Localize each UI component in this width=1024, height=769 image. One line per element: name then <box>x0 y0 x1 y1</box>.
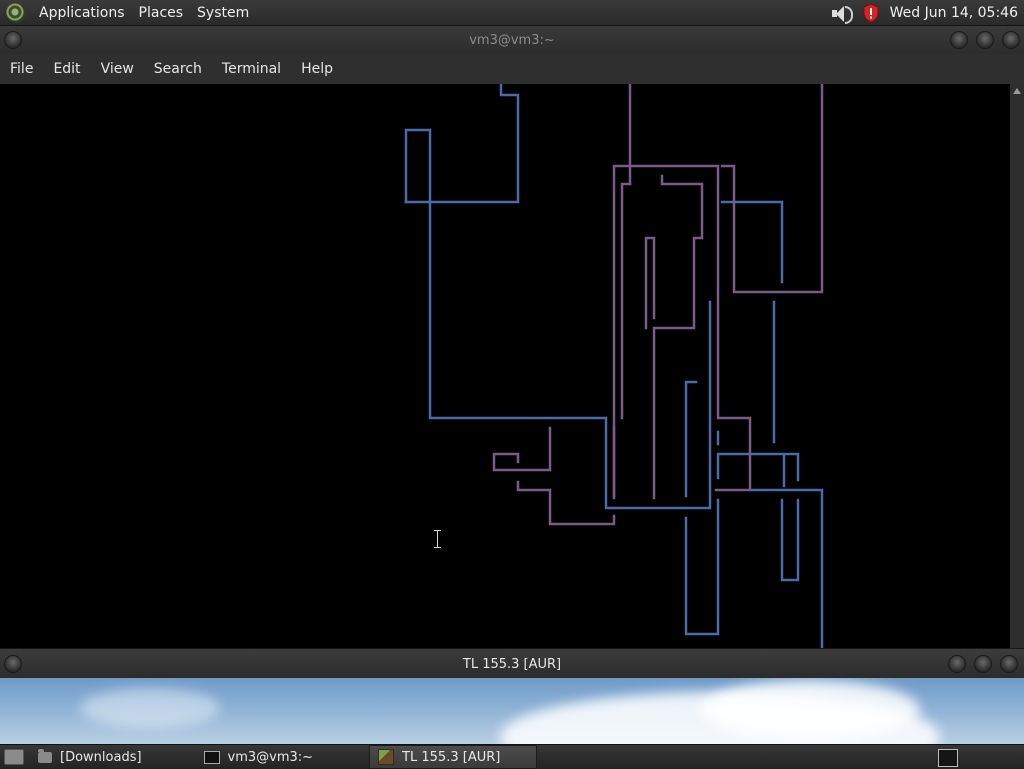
tl-window-sky-view[interactable] <box>0 678 1024 744</box>
shield-icon[interactable] <box>862 2 880 23</box>
blue-pipe <box>716 452 800 482</box>
task-label: [Downloads] <box>60 749 142 765</box>
blue-pipe <box>720 200 784 284</box>
terminal-menubar: File Edit View Search Terminal Help <box>0 54 1024 84</box>
blue-pipe <box>780 498 800 582</box>
terminal-scrollbar[interactable] <box>1010 84 1024 648</box>
purple-pipe <box>644 236 656 330</box>
terminal-menu-help[interactable]: Help <box>291 61 343 77</box>
close-button[interactable] <box>1002 31 1020 49</box>
folder-icon <box>38 748 52 763</box>
maximize-button[interactable] <box>976 31 994 49</box>
terminal-menu-view[interactable]: View <box>91 61 144 77</box>
task-downloads[interactable]: [Downloads] <box>30 746 150 768</box>
terminal-output[interactable] <box>0 84 1010 648</box>
task-label: vm3@vm3:~ <box>227 749 314 765</box>
menu-system[interactable]: System <box>190 5 256 21</box>
tl-close-button[interactable] <box>1000 655 1018 673</box>
volume-icon[interactable] <box>830 4 853 24</box>
menu-places[interactable]: Places <box>132 5 191 21</box>
blue-pipe <box>428 84 520 204</box>
blue-pipe <box>404 128 712 510</box>
window-menu-button[interactable] <box>4 31 22 49</box>
terminal-menu-search[interactable]: Search <box>144 61 212 77</box>
tl-maximize-button[interactable] <box>974 655 992 673</box>
distro-logo-icon[interactable] <box>6 2 26 23</box>
scroll-up-arrow-icon[interactable] <box>1013 88 1021 94</box>
cloud <box>700 680 920 740</box>
task-label: TL 155.3 [AUR] <box>402 749 501 765</box>
task-terminal[interactable]: vm3@vm3:~ <box>196 746 322 768</box>
game-cube-icon <box>378 749 395 765</box>
tl-minimize-button[interactable] <box>948 655 966 673</box>
terminal-menu-edit[interactable]: Edit <box>43 61 90 77</box>
panel-clock[interactable]: Wed Jun 14, 05:46 <box>890 5 1024 21</box>
pipes-screensaver-drawing <box>404 84 824 648</box>
purple-pipe <box>620 182 632 420</box>
purple-pipe <box>492 426 552 472</box>
minimize-button[interactable] <box>950 31 968 49</box>
terminal-titlebar[interactable]: vm3@vm3:~ <box>0 26 1024 54</box>
purple-pipe <box>720 84 824 294</box>
purple-pipe <box>652 174 704 500</box>
blue-pipe <box>684 498 720 636</box>
terminal-menu-terminal[interactable]: Terminal <box>212 61 291 77</box>
menu-applications[interactable]: Applications <box>32 5 132 21</box>
blue-pipe <box>684 380 698 498</box>
text-cursor-icon <box>434 530 442 548</box>
tl-window-titlebar[interactable]: TL 155.3 [AUR] <box>0 648 1024 679</box>
purple-pipe <box>516 480 616 526</box>
terminal-menu-file[interactable]: File <box>0 61 43 77</box>
terminal-icon <box>203 750 220 764</box>
top-panel: Applications Places System Wed Jun 14, 0… <box>0 0 1024 26</box>
tray-terminal-icon[interactable] <box>938 749 958 767</box>
tl-window-title: TL 155.3 [AUR] <box>462 656 562 672</box>
task-tl[interactable]: TL 155.3 [AUR] <box>369 745 538 769</box>
show-desktop-icon[interactable] <box>4 749 24 765</box>
bottom-taskbar: [Downloads] vm3@vm3:~ TL 155.3 [AUR] <box>0 744 1024 769</box>
cloud <box>80 688 220 728</box>
purple-pipe <box>612 164 752 498</box>
terminal-window-title: vm3@vm3:~ <box>469 32 555 48</box>
blue-pipe <box>750 488 824 648</box>
tl-window-menu-button[interactable] <box>4 655 22 673</box>
